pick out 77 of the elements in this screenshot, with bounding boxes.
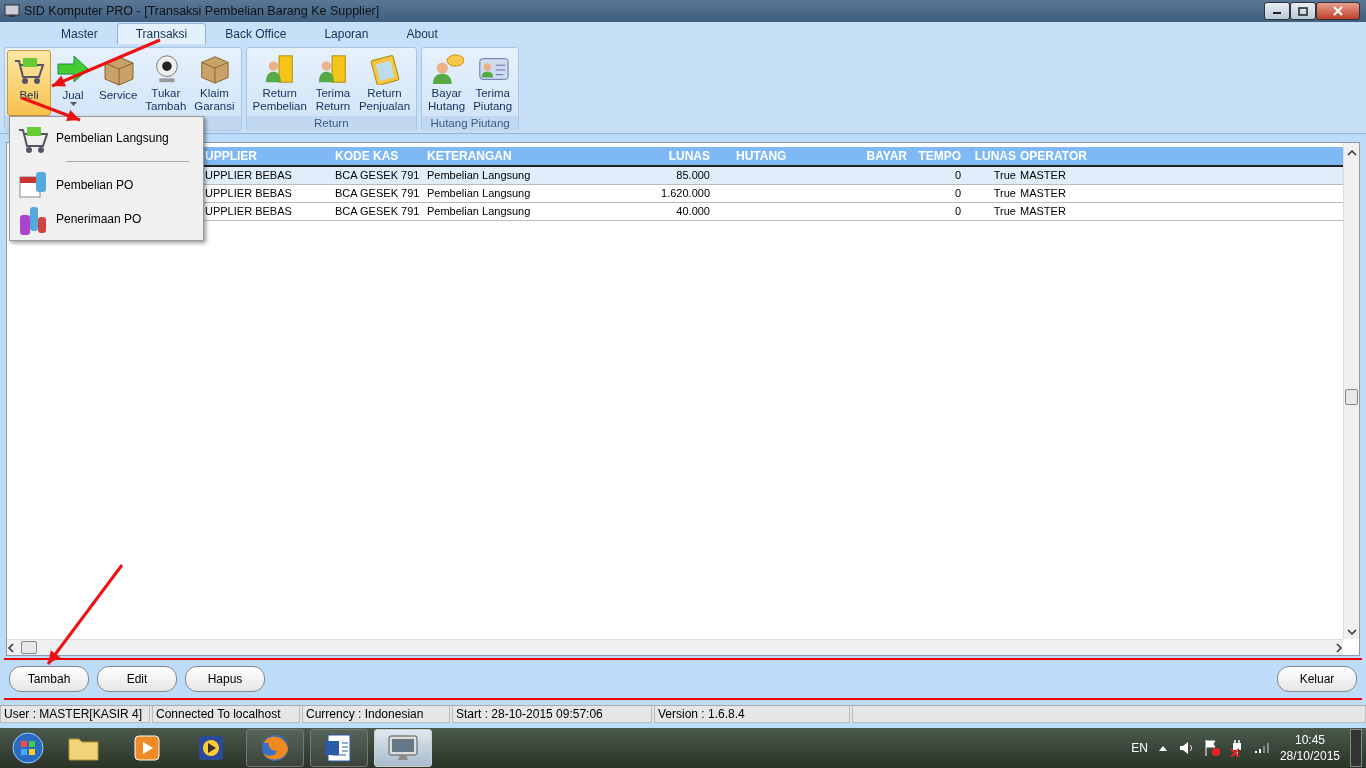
table-row[interactable]: UPPLIER BEBAS BCA GESEK 791 Pembelian Langsung 40.000 0 True MASTER [203,203,1343,221]
status-text: Currency : Indonesian [302,706,450,723]
clock-date: 28/10/2015 [1279,748,1340,764]
table-cell: 0 [954,205,961,218]
maximize-icon [1298,6,1308,16]
signal-icon[interactable] [1253,742,1270,754]
ribbon-button[interactable]: Terima Piutang [469,50,517,116]
ribbon-button[interactable]: Bayar Hutang [424,50,470,116]
ribbon-tab[interactable]: About [387,23,457,44]
calendar-icon [16,169,48,201]
table-cell: 40.000 [676,205,710,218]
table-cell: 85.000 [676,169,710,182]
table-cell: UPPLIER BEBAS [205,205,292,218]
table-cell: MASTER [1020,187,1066,200]
status-text: Connected To localhost [152,706,300,723]
table-cell: MASTER [1020,169,1066,182]
minimize-button[interactable] [1264,2,1290,20]
table-cell: UPPLIER BEBAS [205,187,292,200]
windows-logo-icon [11,731,45,765]
status-text: Start : 28-10-2015 09:57:06 [452,706,652,723]
action-button[interactable]: Keluar [1277,666,1357,692]
vertical-scrollbar[interactable] [1343,143,1359,639]
table-cell: BCA GESEK 791 [335,205,420,218]
scroll-thumb[interactable] [21,641,37,654]
ribbon-tab[interactable]: Master [42,23,117,44]
ribbon-button[interactable]: Klaim Garansi [190,50,239,116]
speaker-icon[interactable] [1177,740,1194,756]
ribbon-button[interactable]: Beli [7,50,51,116]
status-text: Version : 1.6.8.4 [654,706,850,723]
action-button[interactable]: Edit [97,666,177,692]
ribbon-tab[interactable]: Back Office [206,23,306,44]
flag-icon[interactable] [1203,739,1220,757]
table-cell: True [993,205,1016,218]
ribbon-button[interactable]: Service [95,50,142,116]
close-icon [1333,6,1343,16]
menu-item[interactable]: Pembelian PO [10,168,203,202]
close-button[interactable] [1316,2,1360,20]
table-cell: 0 [954,169,961,182]
table-cell: MASTER [1020,205,1066,218]
horizontal-scrollbar[interactable] [7,639,1343,655]
clock-time: 10:45 [1293,732,1326,748]
action-button[interactable]: Hapus [185,666,265,692]
ribbon-button[interactable]: Tukar Tambah [141,50,191,116]
table-cell: BCA GESEK 791 [335,169,420,182]
group-label: Return [246,116,417,131]
ribbon-button[interactable]: Return Pembelian [248,50,311,116]
action-button[interactable]: Tambah [9,666,89,692]
show-desktop-button[interactable] [1350,729,1362,767]
ribbon-button[interactable]: Terima Return [310,50,355,116]
maximize-button[interactable] [1290,2,1316,20]
power-plug-icon[interactable] [1229,739,1244,757]
ribbon-tab[interactable]: Laporan [305,23,388,44]
table-cell: True [993,187,1016,200]
table-row[interactable]: UPPLIER BEBAS BCA GESEK 791 Pembelian Langsung 1.620.000 0 True MASTER [203,185,1343,203]
ribbon-button[interactable]: Return Penjualan [354,50,415,116]
taskbar-app[interactable] [310,729,368,767]
table-cell: UPPLIER BEBAS [205,169,292,182]
up-arrow-icon[interactable] [1157,744,1168,752]
table-cell: Pembelian Langsung [427,187,531,200]
table-cell: Pembelian Langsung [427,169,531,182]
ribbon-button[interactable]: Jual [51,50,95,116]
clock[interactable]: 10:45 28/10/2015 [1279,732,1340,764]
group-label: Hutang Piutang [422,116,519,131]
table-cell: 0 [954,187,961,200]
ribbon-tab[interactable]: Transaksi [116,23,207,44]
scroll-thumb[interactable] [1345,389,1358,405]
language-indicator[interactable]: EN [1131,739,1148,757]
table-cell: 1.620.000 [661,187,710,200]
table-cell: BCA GESEK 791 [335,187,420,200]
menu-item[interactable]: Pembelian Langsung [10,121,203,155]
app-logo-icon [4,4,20,18]
table-cell: Pembelian Langsung [427,205,531,218]
window-title: SID Komputer PRO - [Transaksi Pembelian Barang Ke Supplier] [24,2,380,20]
status-text: User : MASTER[KASIR 4] [0,706,150,723]
table-row[interactable]: UPPLIER BEBAS BCA GESEK 791 Pembelian Langsung 85.000 0 True MASTER [203,167,1343,185]
table-cell: True [993,169,1016,182]
menu-item[interactable]: Penerimaan PO [10,202,203,236]
